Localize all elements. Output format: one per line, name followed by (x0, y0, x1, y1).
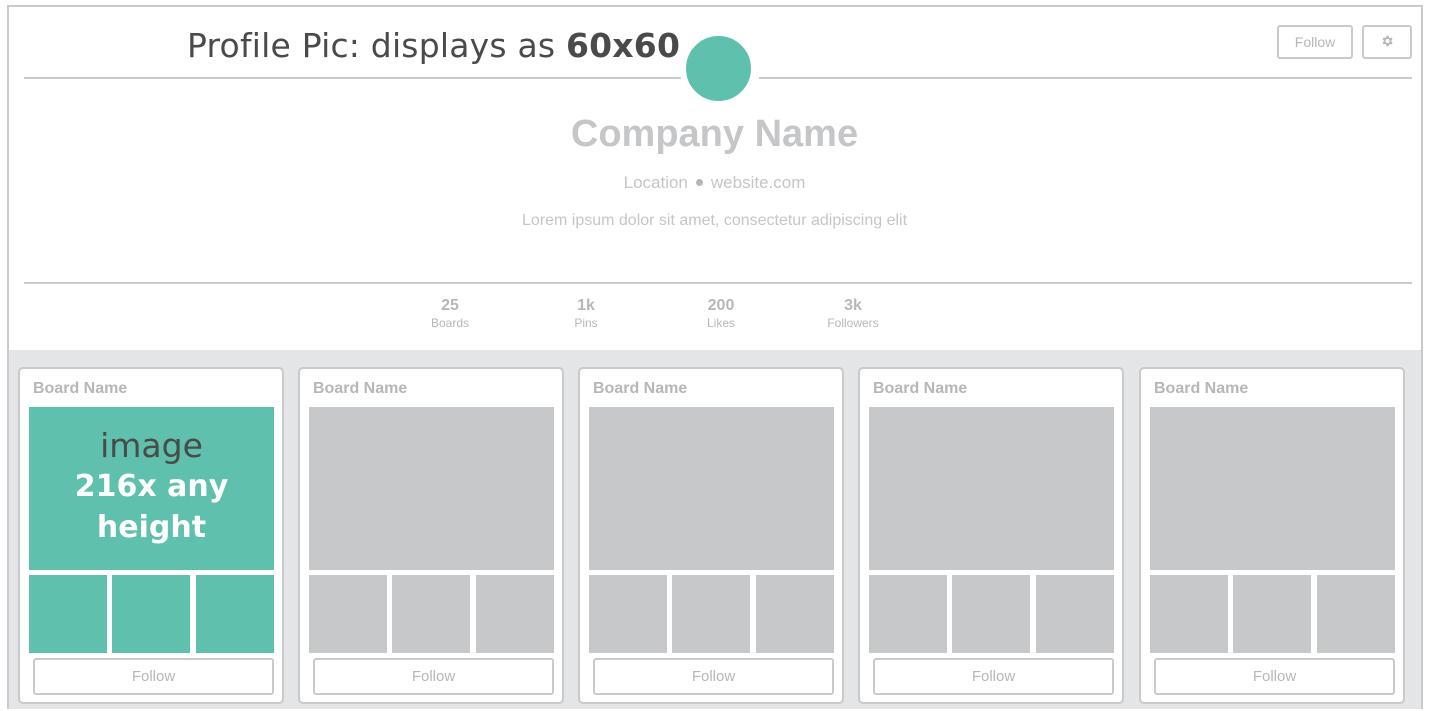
board-follow-button[interactable]: Follow (33, 658, 274, 695)
profile-description: Lorem ipsum dolor sit amet, consectetur … (521, 212, 908, 229)
image-size-label: image 216x any height (29, 425, 274, 548)
board-thumbnail[interactable] (476, 575, 554, 653)
board-cover-image[interactable]: image 216x any height (29, 407, 274, 570)
board-card[interactable]: Board Name Follow (858, 367, 1124, 704)
profile-meta: Location website.com (0, 173, 1429, 193)
board-thumbnail[interactable] (672, 575, 750, 653)
board-thumbnail[interactable] (392, 575, 470, 653)
board-name: Board Name (593, 380, 688, 397)
board-thumbnail[interactable] (112, 575, 190, 653)
board-follow-button[interactable]: Follow (873, 658, 1114, 695)
stat-label: Boards (430, 316, 470, 330)
board-thumbnail[interactable] (1036, 575, 1114, 653)
board-card[interactable]: Board Name Follow (1139, 367, 1405, 704)
follow-button-label: Follow (1294, 34, 1336, 50)
stat-boards[interactable]: 25 Boards (390, 297, 510, 330)
stat-label: Pins (574, 316, 598, 330)
board-card[interactable]: Board Name Follow (298, 367, 564, 704)
board-follow-button[interactable]: Follow (593, 658, 834, 695)
stat-pins[interactable]: 1k Pins (526, 297, 646, 330)
board-follow-label: Follow (971, 668, 1016, 685)
stat-likes[interactable]: 200 Likes (661, 297, 781, 330)
follow-button[interactable]: Follow (1277, 25, 1353, 59)
stats-divider (24, 282, 1412, 284)
board-name: Board Name (33, 380, 128, 397)
board-thumbnail[interactable] (869, 575, 947, 653)
board-thumbnail[interactable] (1150, 575, 1228, 653)
board-name: Board Name (313, 380, 408, 397)
stat-value: 25 (441, 297, 459, 314)
board-name: Board Name (873, 380, 968, 397)
annotation-size: 60x60 (565, 26, 681, 65)
stat-label: Likes (706, 316, 735, 330)
board-thumbnail[interactable] (1233, 575, 1311, 653)
settings-button[interactable] (1362, 25, 1412, 59)
board-follow-button[interactable]: Follow (1154, 658, 1395, 695)
board-follow-label: Follow (1252, 668, 1297, 685)
board-name: Board Name (1154, 380, 1249, 397)
annotation-prefix: Profile Pic: displays as (187, 26, 566, 65)
board-follow-label: Follow (691, 668, 736, 685)
image-label-line1: image (100, 426, 203, 465)
company-name: Company Name (570, 113, 859, 155)
board-follow-button[interactable]: Follow (313, 658, 554, 695)
website-link[interactable]: website.com (711, 173, 805, 192)
board-cover-image[interactable] (589, 407, 834, 570)
board-cover-image[interactable] (309, 407, 554, 570)
separator-dot-icon (695, 178, 703, 186)
board-follow-label: Follow (131, 668, 176, 685)
board-thumbnail[interactable] (756, 575, 834, 653)
board-card[interactable]: Board Name Follow (578, 367, 844, 704)
stat-value: 3k (844, 297, 862, 314)
board-cover-image[interactable] (1150, 407, 1395, 570)
profile-pic-annotation: Profile Pic: displays as 60x60 (187, 26, 680, 65)
board-thumbnail[interactable] (952, 575, 1030, 653)
board-thumbnail[interactable] (196, 575, 274, 653)
stat-label: Followers (827, 316, 879, 330)
location-text: Location (623, 173, 688, 192)
stat-value: 1k (577, 297, 595, 314)
board-thumbnail[interactable] (1317, 575, 1395, 653)
board-thumbnail[interactable] (589, 575, 667, 653)
stat-value: 200 (707, 297, 735, 314)
board-thumbnail[interactable] (309, 575, 387, 653)
header-divider-left (24, 77, 681, 79)
board-follow-label: Follow (411, 668, 456, 685)
avatar[interactable] (683, 33, 754, 104)
board-thumbnail[interactable] (29, 575, 107, 653)
image-label-line2: 216x any height (74, 469, 229, 545)
header-divider-right (759, 77, 1412, 79)
board-card[interactable]: Board Name image 216x any height Follow (18, 367, 284, 704)
gear-icon (1380, 34, 1394, 51)
stat-followers[interactable]: 3k Followers (793, 297, 913, 330)
board-cover-image[interactable] (869, 407, 1114, 570)
